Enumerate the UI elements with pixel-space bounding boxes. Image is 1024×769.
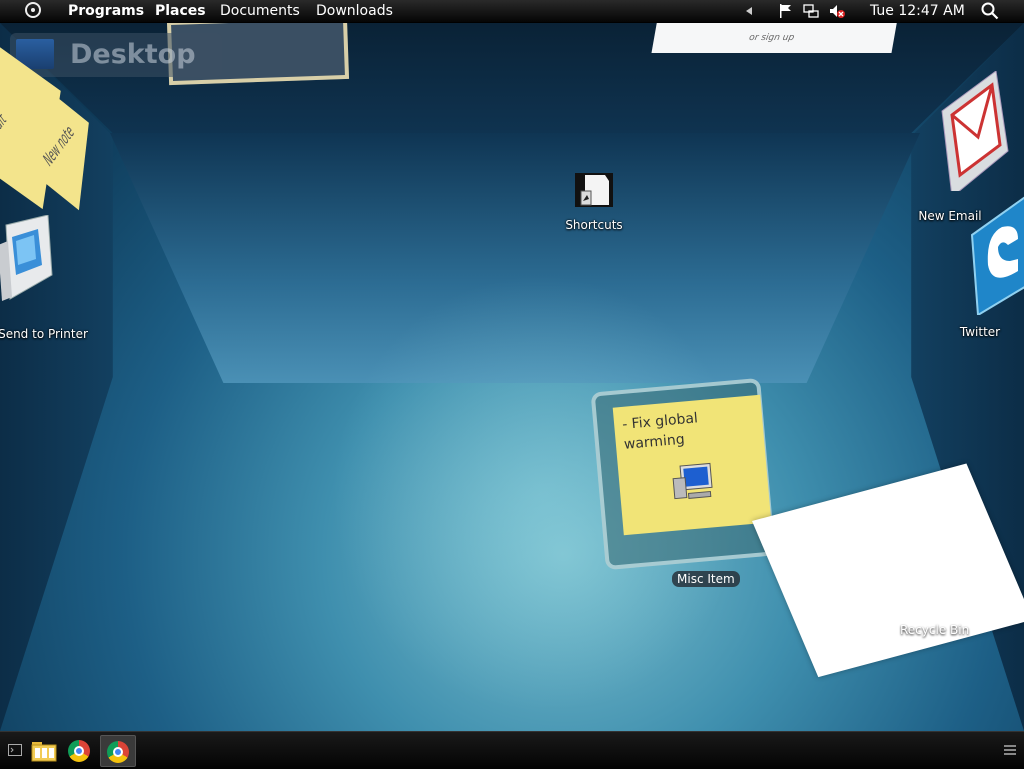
recycle-bin-label: Recycle Bin	[900, 623, 970, 637]
chrome-logo-active	[107, 741, 129, 763]
note-edit-text: edit	[0, 109, 10, 138]
menu-places[interactable]: Places	[155, 3, 206, 19]
misc-note-text: - Fix global warming	[621, 410, 699, 453]
desktop-room[interactable]: or sign up Desktop edit New note Send to…	[0, 23, 1024, 731]
web-page-card[interactable]: or sign up	[651, 23, 899, 53]
chrome-logo	[68, 740, 90, 762]
email-icon	[941, 71, 1009, 191]
computer-icon	[672, 462, 713, 500]
desktop-title: Desktop	[70, 39, 196, 70]
network-icon[interactable]	[803, 3, 819, 19]
twitter-icon	[970, 196, 1024, 315]
printer-label: Send to Printer	[0, 327, 88, 341]
menu-documents[interactable]: Documents	[220, 3, 300, 19]
recycle-bin-paper	[752, 463, 1024, 678]
start-logo-icon[interactable]	[25, 2, 41, 18]
clock[interactable]: Tue 12:47 AM	[870, 3, 965, 19]
arrow-left-icon[interactable]	[742, 3, 758, 19]
printer-icon	[0, 215, 53, 301]
menu-programs[interactable]: Programs	[68, 3, 144, 19]
hamburger-icon[interactable]	[1004, 745, 1016, 755]
search-icon[interactable]	[981, 2, 999, 20]
recycle-bin-item[interactable]: Recycle Bin	[728, 463, 1024, 678]
shortcuts-label: Shortcuts	[565, 218, 623, 232]
file-manager-icon[interactable]	[28, 735, 60, 765]
taskbar	[0, 731, 1024, 769]
twitter-label: Twitter	[959, 325, 1001, 339]
note-new-text: New note	[39, 121, 78, 170]
menu-downloads[interactable]: Downloads	[316, 3, 393, 19]
shortcuts-icon-item[interactable]: Shortcuts	[562, 171, 626, 232]
desktop-title-badge[interactable]: Desktop	[10, 33, 222, 77]
flag-icon[interactable]	[777, 3, 793, 19]
web-card-text: or sign up	[748, 33, 795, 43]
chrome-icon[interactable]	[62, 735, 94, 765]
volume-muted-icon[interactable]	[829, 3, 845, 19]
shortcuts-icon	[575, 173, 613, 207]
top-panel: Programs Places Documents Downloads Tue …	[0, 0, 1024, 23]
terminal-glyph	[8, 744, 22, 756]
folder-icon	[31, 742, 57, 762]
chrome-icon-active[interactable]	[100, 735, 136, 767]
